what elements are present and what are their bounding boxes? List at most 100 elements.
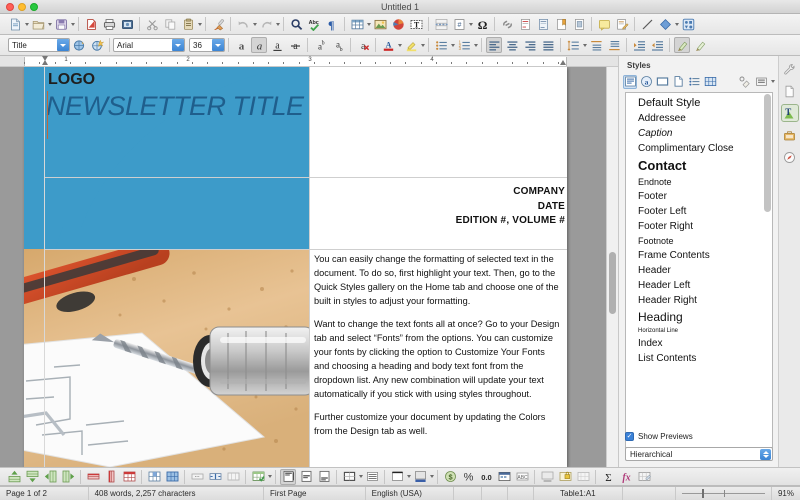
strikethrough-button[interactable]: a bbox=[287, 37, 303, 53]
page-styles-button[interactable] bbox=[671, 75, 685, 89]
status-view-layout[interactable] bbox=[623, 486, 677, 500]
status-save-indicator[interactable] bbox=[482, 486, 509, 500]
left-indent-marker[interactable] bbox=[42, 56, 49, 65]
paragraph-styles-button[interactable] bbox=[623, 74, 637, 89]
style-list-item[interactable]: Contact bbox=[626, 156, 764, 175]
ordered-list-button[interactable]: 123 bbox=[456, 37, 472, 53]
style-actions-button[interactable] bbox=[754, 75, 768, 89]
select-cell-button[interactable] bbox=[146, 469, 162, 485]
delete-row-button[interactable] bbox=[85, 469, 101, 485]
insert-cross-reference-button[interactable] bbox=[571, 16, 587, 32]
formula-button[interactable]: fx bbox=[618, 469, 634, 485]
export-pdf-button[interactable] bbox=[83, 16, 99, 32]
increase-paragraph-spacing-button[interactable] bbox=[588, 37, 604, 53]
styles-scrollbar-thumb[interactable] bbox=[764, 94, 771, 212]
style-list-item[interactable]: Header bbox=[626, 263, 764, 278]
highlight-color-button[interactable] bbox=[403, 37, 419, 53]
spinner-icon[interactable] bbox=[760, 449, 771, 460]
optimize-size-button[interactable] bbox=[225, 469, 241, 485]
unordered-list-button[interactable] bbox=[433, 37, 449, 53]
style-list-item[interactable]: Header Left bbox=[626, 278, 764, 293]
show-previews-row[interactable]: ✓ Show Previews bbox=[625, 429, 773, 443]
number-format-percent-button[interactable]: % bbox=[460, 469, 476, 485]
track-changes-button[interactable] bbox=[614, 16, 630, 32]
insert-row-below-button[interactable] bbox=[24, 469, 40, 485]
set-paragraph-style-button[interactable] bbox=[692, 37, 708, 53]
right-indent-marker[interactable] bbox=[560, 56, 567, 65]
gallery-deck-button[interactable] bbox=[781, 126, 799, 144]
styles-deck-button[interactable]: T bbox=[780, 104, 799, 122]
zoom-slider-handle[interactable] bbox=[702, 489, 705, 498]
show-previews-checkbox[interactable]: ✓ bbox=[625, 431, 634, 441]
delete-table-button[interactable] bbox=[121, 469, 137, 485]
style-list-item[interactable]: List Contents bbox=[626, 351, 764, 366]
table-borders-button[interactable] bbox=[341, 469, 357, 485]
horizontal-ruler[interactable]: 1 2 3 4 bbox=[0, 56, 618, 67]
spelling-button[interactable]: Abc bbox=[306, 16, 322, 32]
status-selection-mode[interactable] bbox=[454, 486, 482, 500]
font-name-combo[interactable]: Arial bbox=[113, 38, 185, 52]
protect-cells-button[interactable] bbox=[557, 469, 573, 485]
table-properties-dropdown[interactable] bbox=[267, 469, 272, 485]
bold-button[interactable]: a bbox=[233, 37, 249, 53]
clear-formatting-button[interactable]: a bbox=[355, 37, 371, 53]
save-dropdown[interactable] bbox=[70, 16, 75, 32]
style-list-item[interactable]: Frame Contents bbox=[626, 248, 764, 263]
table-design-button[interactable] bbox=[636, 469, 652, 485]
find-and-replace-button[interactable] bbox=[288, 16, 304, 32]
insert-table-dropdown[interactable] bbox=[366, 16, 371, 32]
background-color-dropdown[interactable] bbox=[429, 469, 434, 485]
table-styles-button[interactable] bbox=[703, 75, 717, 89]
line-spacing-button[interactable] bbox=[565, 37, 581, 53]
align-center-button[interactable] bbox=[504, 37, 520, 53]
italic-button[interactable]: a bbox=[251, 37, 267, 53]
insert-field-button[interactable]: # bbox=[451, 16, 467, 32]
number-format-currency-button[interactable]: $ bbox=[442, 469, 458, 485]
align-justified-button[interactable] bbox=[540, 37, 556, 53]
print-button[interactable] bbox=[101, 16, 117, 32]
newsletter-meta-block[interactable]: COMPANY DATE EDITION #, VOLUME # bbox=[310, 177, 567, 249]
status-table-cell[interactable]: Table1:A1 bbox=[534, 486, 623, 500]
align-left-button[interactable] bbox=[486, 37, 502, 53]
subscript-button[interactable]: ab bbox=[330, 37, 346, 53]
copy-button[interactable] bbox=[162, 16, 178, 32]
font-color-button[interactable]: A bbox=[380, 37, 396, 53]
character-highlighting-button[interactable] bbox=[674, 37, 690, 53]
undo-button[interactable] bbox=[235, 16, 251, 32]
superscript-button[interactable]: ab bbox=[312, 37, 328, 53]
style-list-item[interactable]: Endnote bbox=[626, 175, 764, 189]
style-list-item[interactable]: Footer Left bbox=[626, 204, 764, 219]
save-document-button[interactable] bbox=[53, 16, 69, 32]
align-bottom-button[interactable] bbox=[316, 469, 332, 485]
frame-styles-button[interactable] bbox=[655, 75, 669, 89]
new-document-button[interactable] bbox=[7, 16, 23, 32]
insert-text-box-button[interactable]: T bbox=[408, 16, 424, 32]
number-format-standard-button[interactable]: ABC bbox=[514, 469, 530, 485]
table-properties-button[interactable] bbox=[250, 469, 266, 485]
decrease-indent-button[interactable] bbox=[649, 37, 665, 53]
chevron-down-icon[interactable] bbox=[212, 39, 224, 51]
font-size-combo[interactable]: 36 bbox=[189, 38, 225, 52]
new-style-from-selection[interactable] bbox=[89, 37, 105, 53]
background-color-button[interactable] bbox=[412, 469, 428, 485]
insert-column-before-button[interactable] bbox=[42, 469, 58, 485]
style-list-item[interactable]: Footer bbox=[626, 189, 764, 204]
zoom-slider[interactable] bbox=[676, 486, 772, 500]
open-dropdown[interactable] bbox=[47, 16, 52, 32]
insert-footnote-button[interactable] bbox=[517, 16, 533, 32]
insert-hyperlink-button[interactable] bbox=[499, 16, 515, 32]
paste-button[interactable] bbox=[180, 16, 196, 32]
chevron-down-icon[interactable] bbox=[172, 39, 184, 51]
insert-line-button[interactable] bbox=[639, 16, 655, 32]
insert-image-button[interactable] bbox=[372, 16, 388, 32]
scrollbar-thumb[interactable] bbox=[609, 252, 616, 314]
select-table-button[interactable] bbox=[164, 469, 180, 485]
status-language[interactable]: English (USA) bbox=[366, 486, 455, 500]
style-list-item[interactable]: Heading bbox=[626, 308, 764, 326]
basic-shapes-button[interactable] bbox=[657, 16, 673, 32]
sidebar-settings-button[interactable] bbox=[781, 60, 799, 78]
style-list-item[interactable]: Footnote bbox=[626, 234, 764, 248]
update-selected-style[interactable] bbox=[71, 37, 87, 53]
insert-comment-button[interactable] bbox=[596, 16, 612, 32]
insert-endnote-button[interactable] bbox=[535, 16, 551, 32]
